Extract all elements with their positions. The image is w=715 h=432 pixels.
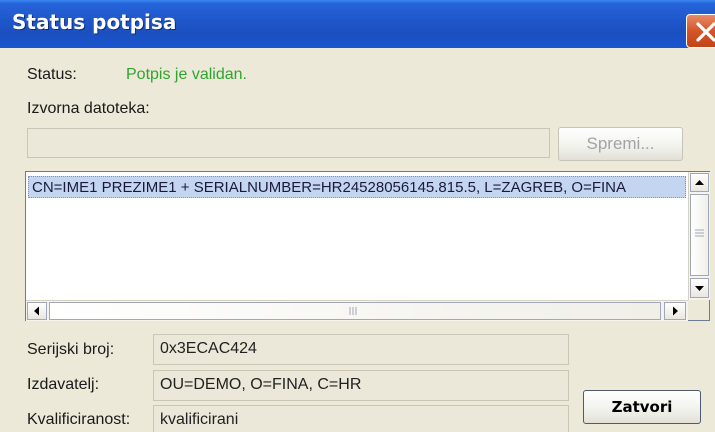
horizontal-scrollbar[interactable] (26, 300, 688, 321)
arrow-right-icon (673, 306, 678, 316)
grip-icon (695, 229, 704, 237)
arrow-down-icon (695, 286, 704, 291)
source-file-field[interactable] (27, 128, 550, 158)
window-title: Status potpisa (12, 10, 177, 34)
close-icon (696, 22, 715, 42)
scroll-corner (688, 300, 709, 320)
close-button[interactable]: Zatvori (583, 390, 701, 424)
list-item[interactable]: CN=IME1 PREZIME1 + SERIALNUMBER=HR245280… (28, 176, 686, 198)
grip-icon (349, 307, 357, 315)
scroll-right-button[interactable] (664, 302, 686, 320)
arrow-up-icon (695, 180, 704, 185)
issuer-label: Izdavatelj: (27, 376, 100, 393)
qualification-field[interactable]: kvalificirani (153, 405, 569, 432)
status-value: Potpis je validan. (126, 66, 247, 83)
issuer-field[interactable]: OU=DEMO, O=FINA, C=HR (153, 370, 569, 401)
qualification-label: Kvalificiranost: (27, 411, 131, 428)
status-label: Status: (27, 66, 77, 83)
horizontal-scroll-thumb[interactable] (49, 302, 661, 320)
signature-status-dialog: Status potpisa Status: Potpis je validan… (0, 0, 715, 432)
title-bar[interactable]: Status potpisa (0, 0, 715, 48)
source-file-label: Izvorna datoteka: (27, 100, 150, 117)
scroll-left-button[interactable] (27, 302, 47, 320)
scroll-up-button[interactable] (690, 173, 709, 192)
scroll-down-button[interactable] (690, 278, 709, 298)
save-button[interactable]: Spremi... (558, 127, 683, 161)
close-window-button[interactable] (686, 14, 715, 48)
arrow-left-icon (34, 306, 39, 316)
vertical-scrollbar[interactable] (688, 172, 710, 300)
serial-number-label: Serijski broj: (27, 341, 115, 358)
serial-number-field[interactable]: 0x3ECAC424 (153, 334, 569, 365)
vertical-scroll-thumb[interactable] (690, 194, 709, 276)
certificate-list[interactable]: CN=IME1 PREZIME1 + SERIALNUMBER=HR245280… (25, 171, 710, 321)
